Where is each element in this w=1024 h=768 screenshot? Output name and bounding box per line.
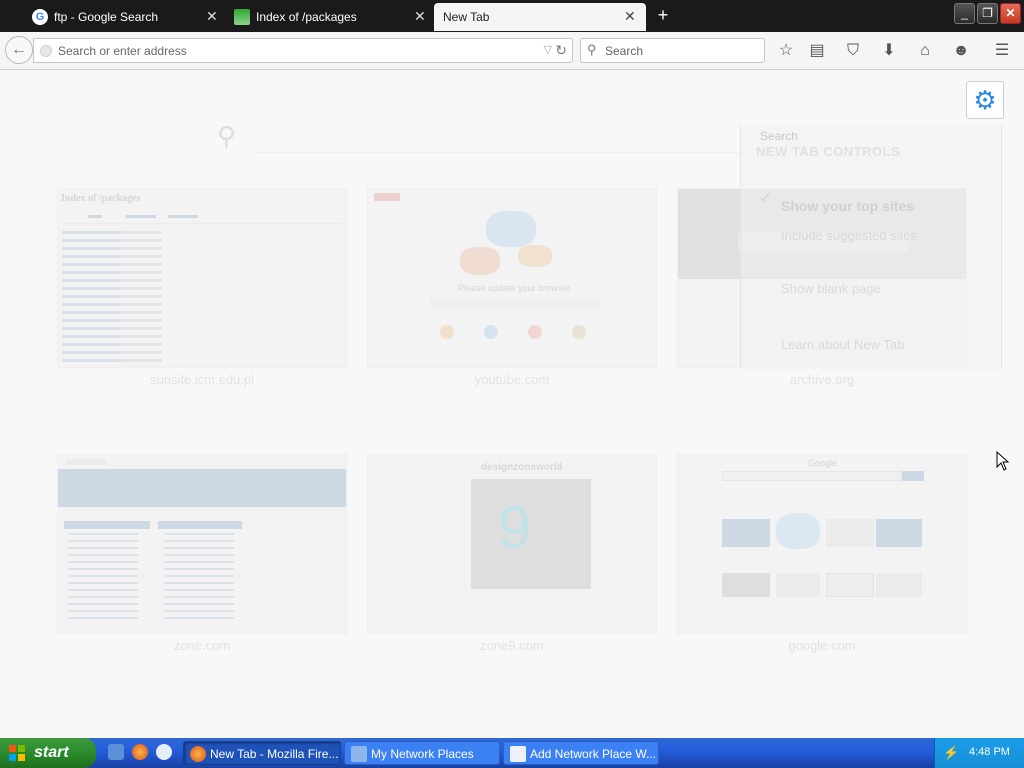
hello-icon[interactable]: ☻ — [951, 41, 971, 61]
search-icon: ⚲ — [217, 121, 237, 151]
search-placeholder: Search — [605, 44, 644, 58]
search-bar[interactable]: ⚲ Search — [580, 38, 765, 63]
include-suggested-option[interactable]: Include suggested sites — [781, 228, 917, 243]
wizard-window-icon — [510, 746, 526, 762]
home-icon[interactable]: ⌂ — [915, 41, 935, 61]
tab-label: New Tab — [443, 10, 490, 24]
close-tab-icon[interactable]: ✕ — [206, 8, 218, 25]
globe-icon — [40, 45, 52, 57]
start-button[interactable]: start — [0, 738, 96, 768]
thumb-title: Please update your browser — [458, 283, 571, 293]
mouse-cursor-icon — [996, 451, 1010, 471]
minimize-button[interactable]: _ — [954, 3, 975, 24]
media-quicklaunch-icon[interactable] — [156, 744, 172, 760]
gear-icon: ⚙ — [973, 85, 997, 115]
tile-thumbnail: Please update your browser — [367, 188, 657, 368]
tile-thumbnail — [57, 454, 347, 634]
new-tab-button[interactable]: + — [654, 6, 672, 24]
new-tab-page: ⚙ ⚲ Index of /packages sunsite.icm.edu.p… — [0, 71, 1024, 736]
pocket-icon[interactable]: ⛉ — [843, 41, 863, 61]
tab-new-tab[interactable]: New Tab ✕ — [434, 3, 646, 31]
controls-heading: NEW TAB CONTROLS — [756, 144, 901, 159]
network-tray-icon[interactable]: ⚡ — [943, 745, 959, 761]
show-blank-page-option[interactable]: Show blank page — [781, 281, 881, 296]
taskbar-item-add-network-place[interactable]: Add Network Place W... — [503, 741, 659, 765]
download-icon[interactable]: ⬇ — [879, 41, 899, 61]
controls-search-label: Search — [760, 129, 799, 143]
taskbar-item-network-places[interactable]: My Network Places — [344, 741, 500, 765]
tab-index-packages[interactable]: Index of /packages ✕ — [226, 3, 432, 31]
new-tab-controls-panel: Search NEW TAB CONTROLS ✓ Show your top … — [740, 126, 1002, 369]
tile-thumbnail: Google — [677, 454, 967, 634]
tile-caption: youtube.com — [474, 372, 550, 387]
tab-label: Index of /packages — [256, 10, 357, 24]
thumb-title: Google — [808, 458, 838, 468]
close-tab-icon[interactable]: ✕ — [624, 8, 636, 25]
windows-logo-icon — [9, 745, 25, 761]
clock: 4:48 PM — [969, 746, 1010, 758]
back-button[interactable]: ← — [5, 36, 33, 64]
bookmark-star-icon[interactable]: ☆ — [776, 41, 796, 61]
reading-list-icon[interactable]: ▤ — [807, 41, 827, 61]
task-label: My Network Places — [371, 747, 474, 761]
close-tab-icon[interactable]: ✕ — [414, 8, 426, 25]
back-arrow-icon: ← — [11, 41, 27, 58]
restore-button[interactable]: ❐ — [977, 3, 998, 24]
url-placeholder: Search or enter address — [58, 44, 187, 58]
tab-label: ftp - Google Search — [54, 10, 159, 24]
thumb-title: Index of /packages — [61, 193, 141, 204]
title-bar: G ftp - Google Search ✕ Index of /packag… — [0, 0, 1024, 32]
reload-icon[interactable]: ↻ — [555, 42, 567, 59]
close-window-button[interactable]: ✕ — [1000, 3, 1021, 24]
nav-bar: Search or enter address ▽ ↻ ← ⚲ Search ☆… — [0, 32, 1024, 70]
show-top-sites-option[interactable]: Show your top sites — [781, 198, 914, 214]
task-label: Add Network Place W... — [530, 747, 657, 761]
newtab-search-input[interactable] — [255, 119, 740, 153]
image-icon — [234, 9, 250, 25]
google-icon: G — [32, 9, 48, 25]
tile-caption: google.com — [788, 638, 856, 653]
menu-icon[interactable]: ☰ — [992, 41, 1012, 61]
taskbar-item-firefox[interactable]: New Tab - Mozilla Fire... — [183, 741, 341, 765]
tab-google-search[interactable]: G ftp - Google Search ✕ — [8, 3, 224, 31]
tile-caption: zone.com — [173, 638, 231, 653]
ie-quicklaunch-icon[interactable] — [108, 744, 124, 760]
settings-gear-button[interactable]: ⚙ — [966, 81, 1004, 119]
task-label: New Tab - Mozilla Fire... — [210, 747, 339, 761]
firefox-icon — [190, 746, 206, 762]
checkmark-icon: ✓ — [759, 190, 773, 207]
dropdown-icon[interactable]: ▽ — [544, 43, 552, 56]
firefox-quicklaunch-icon[interactable] — [132, 744, 148, 760]
tile-thumbnail: Index of /packages — [57, 188, 347, 368]
search-icon: ⚲ — [587, 42, 597, 57]
network-places-icon — [351, 746, 367, 762]
taskbar: start New Tab - Mozilla Fire... My Netwo… — [0, 738, 1024, 768]
tile-caption: archive.org — [789, 372, 855, 387]
learn-about-new-tab-link[interactable]: Learn about New Tab — [781, 337, 904, 352]
tile-caption: zone9.com — [480, 638, 544, 653]
tile-caption: sunsite.icm.edu.pl — [149, 372, 255, 387]
system-tray: ⚡ 4:48 PM — [934, 738, 1024, 768]
start-label: start — [34, 744, 69, 761]
thumb-title: designzoneworld — [481, 462, 563, 473]
url-bar[interactable]: Search or enter address ▽ ↻ — [33, 38, 573, 63]
tile-thumbnail: designzoneworld 9 — [367, 454, 657, 634]
